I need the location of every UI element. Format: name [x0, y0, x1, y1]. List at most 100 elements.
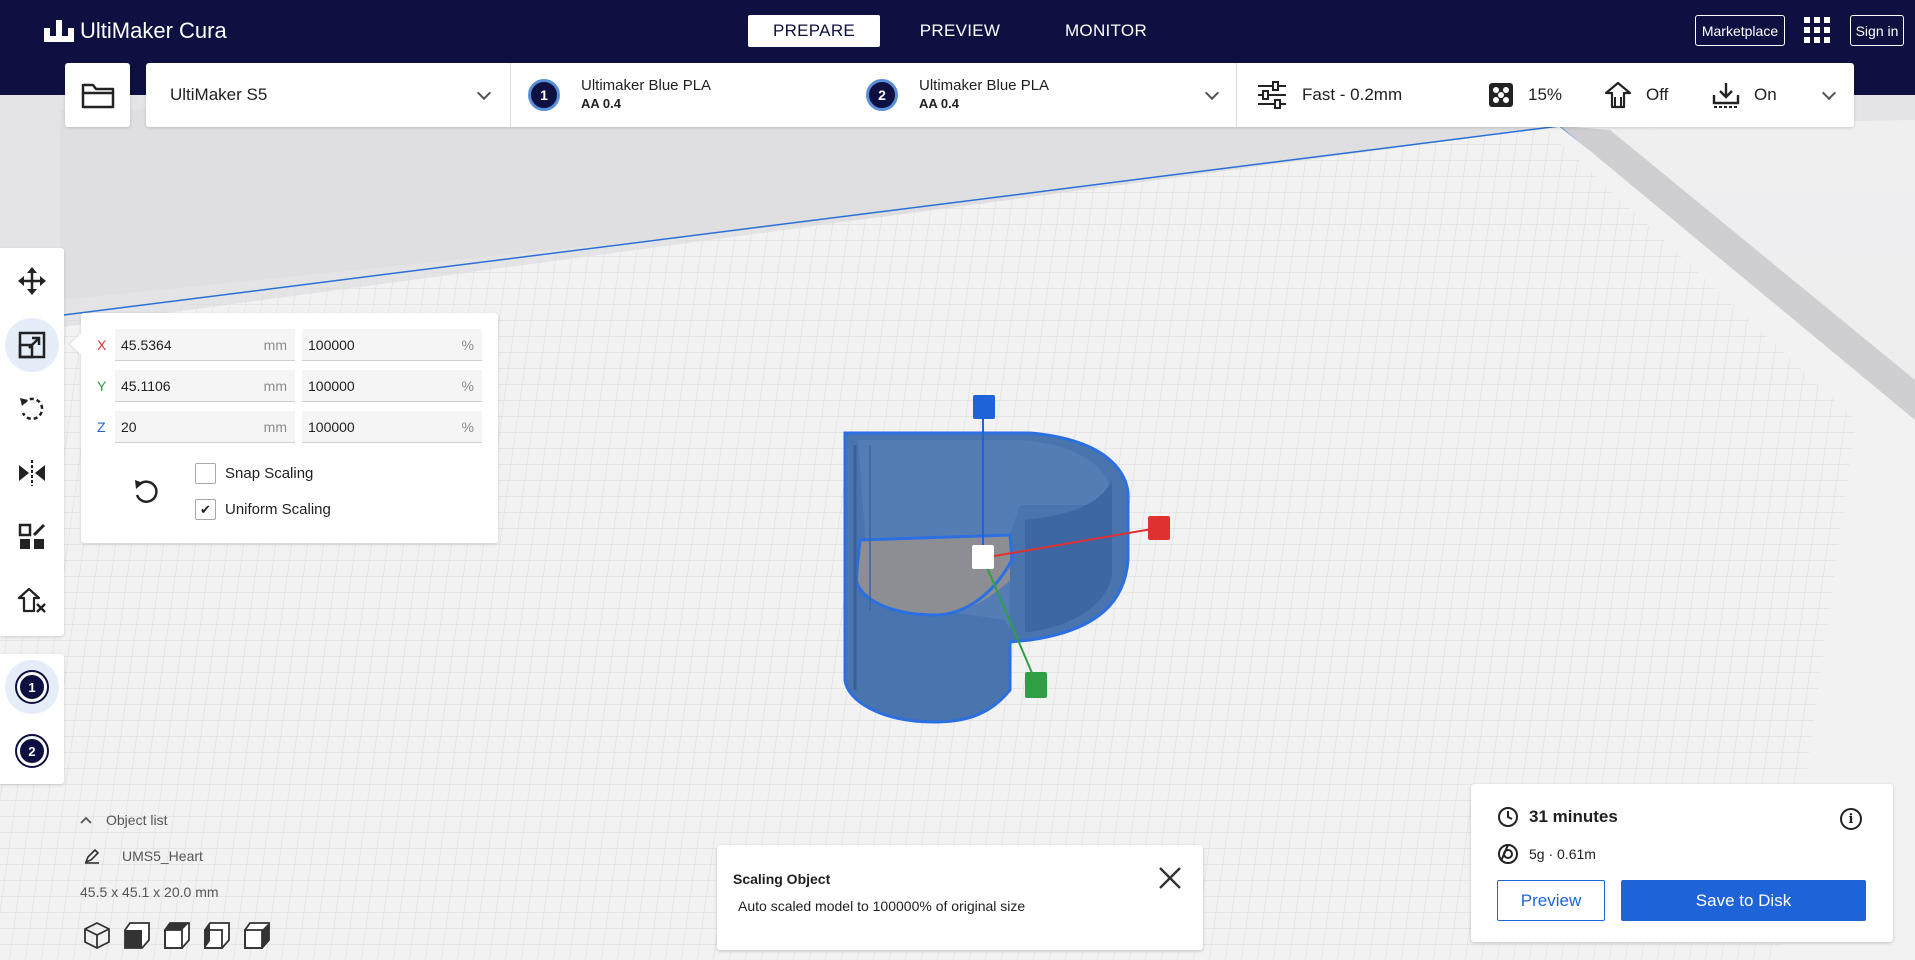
sliders-icon: [1258, 81, 1286, 109]
center-handle[interactable]: [972, 545, 994, 569]
support-setting[interactable]: Off: [1604, 63, 1668, 127]
object-list-header: Object list: [106, 812, 168, 828]
snap-scaling-label: Snap Scaling: [225, 465, 314, 482]
info-icon[interactable]: i: [1840, 808, 1862, 830]
y-percent-input[interactable]: 100000 %: [302, 370, 482, 402]
material-usage: 5g · 0.61m: [1497, 843, 1596, 865]
extruder-1-icon: 1: [15, 670, 49, 704]
uniform-scaling-option[interactable]: ✔ Uniform Scaling: [195, 499, 331, 520]
open-file-button[interactable]: [65, 63, 130, 127]
rotate-icon: [20, 397, 44, 421]
scale-row-x: X 45.5364 mm 100000 %: [81, 329, 498, 361]
close-icon[interactable]: [1157, 865, 1183, 891]
front-view-icon[interactable]: [122, 920, 152, 950]
x-percent-value: 100000: [308, 336, 355, 353]
per-model-settings-tool[interactable]: [5, 510, 59, 564]
sign-in-button[interactable]: Sign in: [1850, 15, 1904, 46]
y-size-input[interactable]: 45.1106 mm: [115, 370, 295, 402]
chevron-down-icon: [476, 85, 492, 101]
spool-icon: [1498, 844, 1518, 864]
extruder-2-icon: 2: [15, 734, 49, 768]
scale-panel: X 45.5364 mm 100000 % Y 45.1106 mm 10000…: [81, 313, 498, 543]
scale-row-z: Z 20 mm 100000 %: [81, 411, 498, 443]
scaling-message: Scaling Object Auto scaled model to 1000…: [717, 845, 1203, 950]
chevron-down-icon[interactable]: [1204, 85, 1220, 101]
x-axis-handle[interactable]: [1148, 516, 1170, 540]
extruder-2-icon: 2: [866, 79, 898, 111]
z-axis-handle[interactable]: [973, 395, 995, 419]
left-view-icon[interactable]: [202, 920, 232, 950]
profile-label: Fast - 0.2mm: [1302, 85, 1403, 104]
extruder-2-button[interactable]: 2: [5, 724, 59, 778]
snap-scaling-option[interactable]: Snap Scaling: [195, 463, 313, 484]
tab-prepare[interactable]: PREPARE: [748, 15, 880, 47]
move-icon: [18, 267, 46, 295]
extruder-2-selector[interactable]: 2 Ultimaker Blue PLA AA 0.4: [866, 63, 1049, 127]
printer-settings-bar: UltiMaker S5 1 Ultimaker Blue PLA AA 0.4…: [146, 63, 1854, 127]
profile-selector[interactable]: Fast - 0.2mm: [1256, 63, 1402, 127]
per-model-settings-icon: [18, 523, 46, 549]
message-title: Scaling Object: [733, 871, 831, 887]
apps-grid-icon[interactable]: [1804, 17, 1830, 43]
infill-value: 15%: [1528, 85, 1563, 104]
x-percent-unit: %: [461, 337, 474, 353]
y-size-unit: mm: [263, 378, 287, 394]
print-time: 31 minutes: [1497, 806, 1618, 828]
z-percent-input[interactable]: 100000 %: [302, 411, 482, 443]
scale-row-y: Y 45.1106 mm 100000 %: [81, 370, 498, 402]
top-view-icon[interactable]: [162, 920, 192, 950]
object-dimensions: 45.5 x 45.1 x 20.0 mm: [80, 884, 219, 900]
uniform-scaling-checkbox[interactable]: ✔: [195, 499, 216, 520]
folder-icon: [81, 83, 114, 109]
3d-view-icon[interactable]: [82, 920, 112, 950]
extruder-2-material: Ultimaker Blue PLA: [919, 77, 1050, 94]
z-percent-value: 100000: [308, 418, 355, 435]
tab-preview[interactable]: PREVIEW: [894, 15, 1026, 47]
snap-scaling-checkbox[interactable]: [195, 463, 216, 484]
z-percent-unit: %: [461, 419, 474, 435]
y-size-value: 45.1106: [121, 377, 171, 394]
save-to-disk-button[interactable]: Save to Disk: [1621, 880, 1866, 921]
app-title: UltiMaker Cura: [80, 18, 227, 43]
adhesion-setting[interactable]: On: [1712, 63, 1777, 127]
z-axis-label: Z: [97, 419, 106, 435]
support-blocker-tool[interactable]: [5, 574, 59, 628]
infill-icon: [1489, 83, 1513, 107]
chevron-up-icon: [80, 816, 92, 824]
object-name-row[interactable]: UMS5_Heart: [80, 848, 203, 864]
scale-tool[interactable]: [5, 318, 59, 372]
extruder-1-nozzle: AA 0.4: [581, 96, 621, 111]
tab-monitor[interactable]: MONITOR: [1040, 15, 1172, 47]
adhesion-value: On: [1754, 85, 1777, 104]
x-size-unit: mm: [263, 337, 287, 353]
extruder-toolbar: 1 2: [0, 654, 64, 784]
x-percent-input[interactable]: 100000 %: [302, 329, 482, 361]
ultimaker-logo-icon: [44, 20, 74, 42]
uniform-scaling-label: Uniform Scaling: [225, 501, 331, 518]
extruder-1-icon: 1: [528, 79, 560, 111]
extruder-1-button[interactable]: 1: [5, 660, 59, 714]
extruder-1-selector[interactable]: 1 Ultimaker Blue PLA AA 0.4: [528, 63, 711, 127]
right-view-icon[interactable]: [242, 920, 272, 950]
preview-button[interactable]: Preview: [1497, 880, 1605, 921]
extruder-1-material: Ultimaker Blue PLA: [581, 77, 712, 94]
y-percent-unit: %: [461, 378, 474, 394]
mirror-tool[interactable]: [5, 446, 59, 500]
pencil-icon: [84, 848, 100, 864]
x-size-input[interactable]: 45.5364 mm: [115, 329, 295, 361]
support-icon: [1604, 81, 1632, 109]
object-list-toggle[interactable]: Object list: [80, 812, 167, 828]
z-size-value: 20: [121, 418, 137, 435]
chevron-down-icon[interactable]: [1821, 85, 1837, 101]
y-axis-handle[interactable]: [1025, 672, 1047, 698]
z-size-input[interactable]: 20 mm: [115, 411, 295, 443]
printer-selector[interactable]: UltiMaker S5: [146, 63, 510, 127]
reset-scale-button[interactable]: [129, 475, 163, 509]
print-info-panel: 31 minutes 5g · 0.61m i Preview Save to …: [1471, 784, 1893, 942]
adhesion-icon: [1712, 83, 1740, 108]
x-size-value: 45.5364: [121, 336, 172, 353]
marketplace-button[interactable]: Marketplace: [1695, 15, 1785, 46]
move-tool[interactable]: [5, 254, 59, 308]
infill-setting[interactable]: 15%: [1488, 63, 1562, 127]
rotate-tool[interactable]: [5, 382, 59, 436]
